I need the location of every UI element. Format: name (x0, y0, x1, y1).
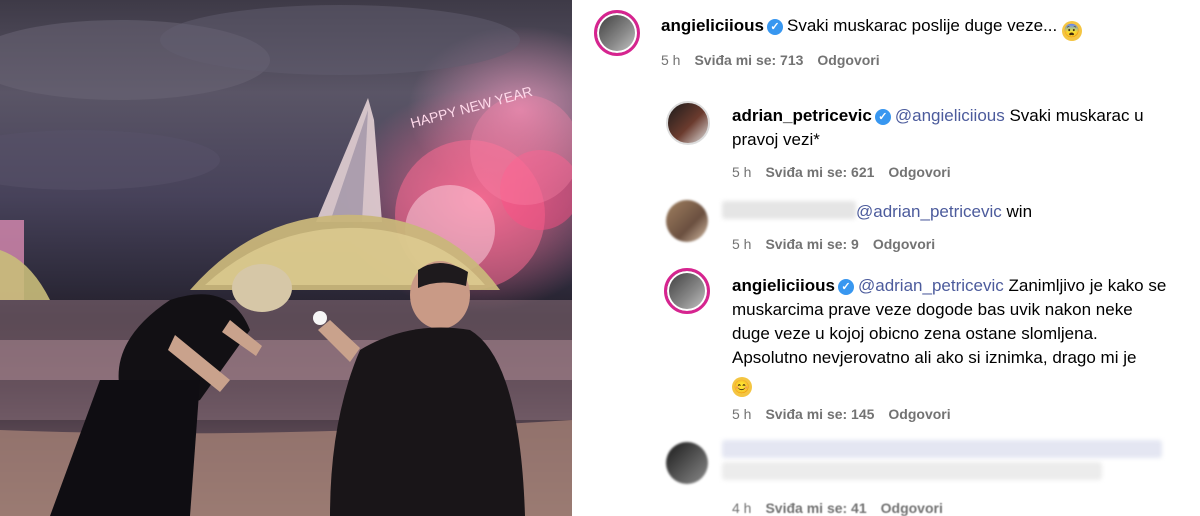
reply-button[interactable]: Odgovori (888, 406, 950, 422)
likes-count[interactable]: Sviđa mi se: 41 (765, 500, 866, 516)
mention-link[interactable]: @angieliciious (895, 106, 1005, 125)
likes-count[interactable]: Sviđa mi se: 9 (765, 236, 858, 252)
mention-link[interactable]: @adrian_petricevic (856, 202, 1002, 221)
mention-link[interactable]: @adrian_petricevic (858, 276, 1004, 295)
verified-badge-icon: ✓ (874, 109, 891, 125)
likes-count[interactable]: Sviđa mi se: 621 (765, 164, 874, 180)
beach-proposal-scene: HAPPY NEW YEAR (0, 5, 572, 516)
reply-button[interactable]: Odgovori (888, 164, 950, 180)
blurred-comment-line-2 (722, 462, 1102, 480)
verified-badge-icon: ✓ (766, 19, 783, 35)
blurred-comment-line-1 (722, 440, 1162, 458)
username-link[interactable]: adrian_petricevic (732, 106, 872, 125)
post-photo: HAPPY NEW YEAR (0, 0, 572, 516)
comment-4-meta: 4 h Sviđa mi se: 41 Odgovori (732, 500, 957, 516)
comment-text: win (1006, 202, 1033, 221)
caption-meta: 5 h Sviđa mi se: 713 Odgovori (661, 52, 894, 68)
avatar-adrian-petricevic[interactable] (666, 101, 710, 145)
timestamp[interactable]: 5 h (732, 406, 751, 422)
comment-3-body: angieliciious ✓ @adrian_petricevic Zanimlj… (732, 274, 1172, 397)
timestamp[interactable]: 5 h (732, 236, 751, 252)
timestamp[interactable]: 5 h (732, 164, 751, 180)
blurred-username (722, 201, 856, 219)
likes-count[interactable]: Sviđa mi se: 713 (694, 52, 803, 68)
username-link[interactable]: angieliciious (732, 276, 835, 295)
fearful-face-emoji: 😨 (1061, 21, 1082, 41)
reply-button[interactable]: Odgovori (817, 52, 879, 68)
comment-1-body: adrian_petricevic ✓ @angieliciious Svaki m… (732, 104, 1172, 152)
username-link[interactable]: angieliciious (661, 16, 764, 35)
comment-3-meta: 5 h Sviđa mi se: 145 Odgovori (732, 406, 965, 422)
avatar-angieliciious[interactable] (594, 10, 640, 56)
caption-line: angieliciious ✓ Svaki muskarac poslije dug… (661, 14, 1082, 41)
smiling-face-emoji: 😊 (732, 377, 752, 397)
comments-panel: angieliciious ✓ Svaki muskarac poslije dug… (572, 0, 1200, 516)
comment-2-meta: 5 h Sviđa mi se: 9 Odgovori (732, 236, 949, 252)
avatar-hidden-user[interactable] (666, 442, 708, 484)
reply-button[interactable]: Odgovori (873, 236, 935, 252)
comment-2-body: @adrian_petricevic win (856, 200, 1032, 224)
ring-light (313, 311, 327, 325)
timestamp[interactable]: 4 h (732, 500, 751, 516)
comment-1-meta: 5 h Sviđa mi se: 621 Odgovori (732, 164, 965, 180)
timestamp[interactable]: 5 h (661, 52, 680, 68)
avatar-hidden-user[interactable] (666, 200, 708, 242)
caption-text: Svaki muskarac poslije duge veze... (786, 16, 1058, 35)
likes-count[interactable]: Sviđa mi se: 145 (765, 406, 874, 422)
reply-button[interactable]: Odgovori (881, 500, 943, 516)
avatar-angieliciious[interactable] (664, 268, 710, 314)
verified-badge-icon: ✓ (837, 279, 854, 295)
